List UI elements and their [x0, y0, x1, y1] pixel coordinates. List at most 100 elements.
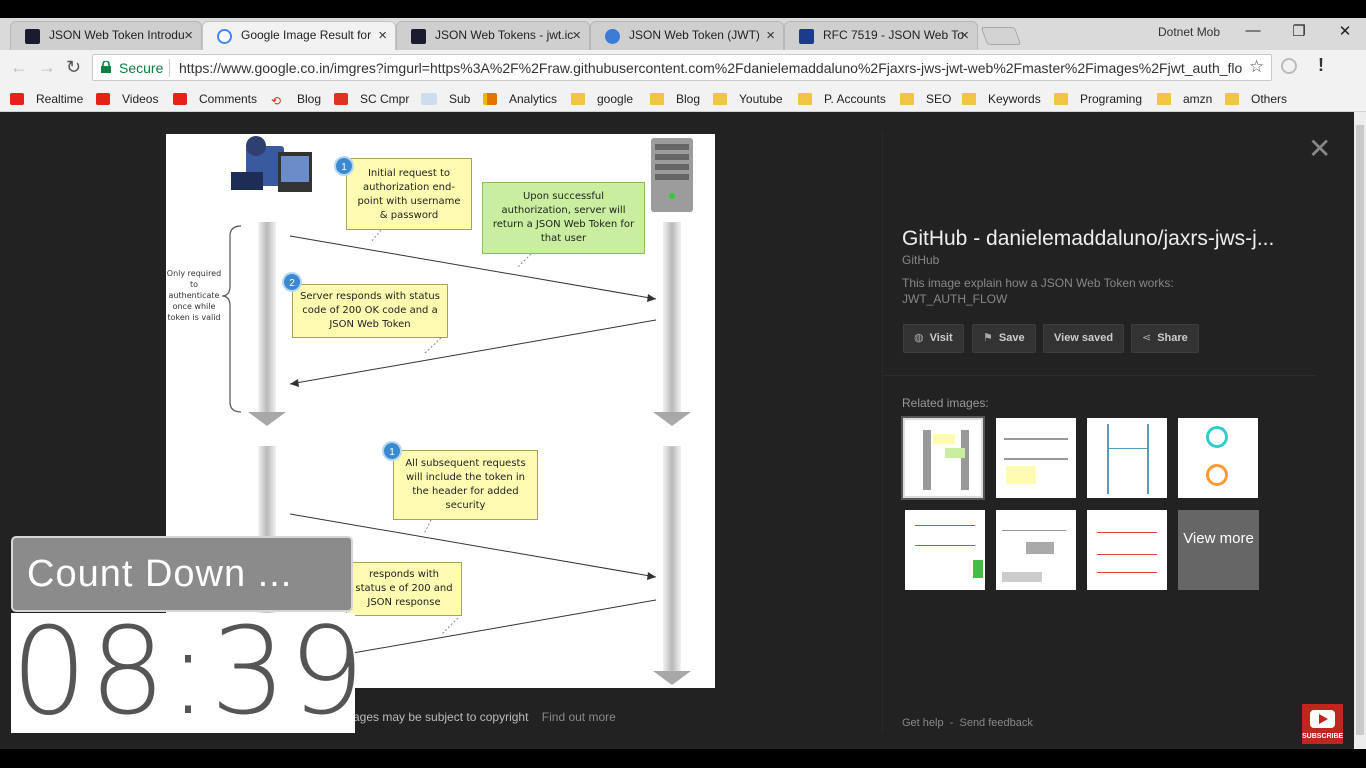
related-image-thumb[interactable] [1087, 510, 1167, 590]
folder-icon [798, 93, 812, 105]
folder-icon [962, 93, 976, 105]
extension-alert-icon[interactable]: ! [1318, 55, 1324, 76]
close-tab-icon[interactable]: × [378, 22, 387, 49]
result-source: GitHub [902, 253, 940, 267]
get-help-link[interactable]: Get help [902, 717, 944, 729]
result-description: This image explain how a JSON Web Token … [902, 276, 1174, 306]
step3-callout: All subsequent requests will include the… [393, 450, 538, 520]
close-tab-icon[interactable]: × [184, 22, 193, 49]
google-icon [217, 29, 232, 44]
bookmark-others[interactable]: Others [1225, 90, 1287, 108]
close-tab-icon[interactable]: × [766, 22, 775, 49]
jwt-icon [25, 29, 40, 44]
tab-jwt-io[interactable]: JSON Web Tokens - jwt.ic × [396, 21, 590, 50]
folder-icon [1054, 93, 1068, 105]
server-icon [651, 138, 693, 212]
view-more-button[interactable]: View more [1178, 510, 1259, 590]
url-text[interactable]: https://www.google.co.in/imgres?imgurl=h… [179, 60, 1243, 76]
bookmark-sc-cmpr[interactable]: SC Cmpr [334, 90, 409, 108]
scrollbar-thumb[interactable] [1356, 125, 1364, 735]
countdown-overlay: Count Down ... 08:39 [11, 536, 355, 733]
youtube-icon [96, 93, 110, 105]
result-title[interactable]: GitHub - danielemaddaluno/jaxrs-jws-j... [902, 227, 1274, 251]
youtube-icon [10, 93, 24, 105]
bookmark-icon: ⚑ [983, 332, 993, 344]
reload-icon[interactable]: ↻ [66, 57, 81, 78]
visit-button[interactable]: ◍ Visit [903, 324, 964, 353]
tab-jwt-wiki[interactable]: JSON Web Token (JWT) × [590, 21, 784, 50]
related-images-heading: Related images: [902, 396, 989, 410]
bookmark-programing[interactable]: Programing [1054, 90, 1142, 108]
folder-icon [1157, 93, 1171, 105]
step2-callout: Server responds with status code of 200 … [292, 284, 448, 338]
globe-icon: ◍ [914, 332, 924, 344]
bookmark-seo[interactable]: SEO [900, 90, 951, 108]
related-image-thumb[interactable] [1178, 418, 1258, 498]
step2-badge: 2 [282, 272, 302, 292]
client-computer-icon [231, 136, 312, 192]
folder-icon [713, 93, 727, 105]
folder-icon [571, 93, 585, 105]
blog-icon: ⟲ [271, 94, 282, 108]
new-tab-button[interactable] [980, 27, 1022, 45]
related-image-thumb[interactable] [996, 418, 1076, 498]
bookmark-analytics[interactable]: Analytics [483, 90, 557, 108]
related-image-thumb[interactable] [1087, 418, 1167, 498]
footer-links: Get help - Send feedback [902, 717, 1033, 729]
close-window-icon[interactable]: ✕ [1335, 22, 1355, 40]
forward-icon[interactable]: → [38, 57, 56, 78]
share-button[interactable]: ⋖ Share [1131, 324, 1199, 353]
countdown-timer: 08:39 [11, 613, 355, 733]
minimize-icon[interactable]: — [1243, 22, 1263, 39]
tab-google-image[interactable]: Google Image Result for × [202, 21, 396, 51]
step1-badge: 1 [334, 156, 354, 176]
step3-badge: 1 [382, 441, 402, 461]
bookmark-blog[interactable]: ⟲ Blog [271, 90, 321, 108]
folder-icon [900, 93, 914, 105]
bookmark-amzn[interactable]: amzn [1157, 90, 1212, 108]
send-feedback-link[interactable]: Send feedback [959, 717, 1032, 729]
screen-bottom-bar [0, 749, 1366, 768]
chart-icon [334, 93, 348, 105]
bookmark-realtime[interactable]: Realtime [10, 90, 83, 108]
bookmark-google[interactable]: google [571, 90, 633, 108]
bookmark-blog-folder[interactable]: Blog [650, 90, 700, 108]
related-image-thumb[interactable] [901, 416, 985, 500]
youtube-icon [173, 93, 187, 105]
find-out-more-link[interactable]: Find out more [542, 710, 616, 724]
bookmark-star-icon[interactable]: ☆ [1249, 57, 1264, 77]
rfc-icon [799, 29, 814, 44]
bookmark-sub[interactable]: Sub [421, 90, 470, 108]
client-lifeline-1 [258, 222, 276, 412]
profile-name[interactable]: Dotnet Mob [1158, 25, 1220, 39]
close-tab-icon[interactable]: × [572, 22, 581, 49]
panel-separator [882, 375, 1316, 376]
related-image-thumb[interactable] [996, 510, 1076, 590]
related-image-thumb[interactable] [905, 510, 985, 590]
bookmark-keywords[interactable]: Keywords [962, 90, 1041, 108]
tab-rfc[interactable]: RFC 7519 - JSON Web To × [784, 21, 978, 50]
share-icon: ⋖ [1142, 332, 1152, 344]
close-tab-icon[interactable]: × [960, 22, 969, 49]
view-saved-button[interactable]: View saved [1043, 324, 1125, 353]
copyright-notice: ages may be subject to copyright Find ou… [353, 710, 616, 724]
save-button[interactable]: ⚑ Save [972, 324, 1036, 353]
bookmark-p-accounts[interactable]: P. Accounts [798, 90, 886, 108]
close-panel-icon[interactable]: ✕ [1308, 132, 1331, 165]
folder-icon [1225, 93, 1239, 105]
server-lifeline-2 [663, 446, 681, 671]
bookmark-videos[interactable]: Videos [96, 90, 158, 108]
bookmarks-bar: Realtime Videos Comments ⟲ Blog SC Cmpr S… [0, 86, 1366, 112]
server-callout: Upon successful authorization, server wi… [482, 182, 645, 254]
lc-icon [421, 93, 437, 105]
side-note: Only required to authenticate once while… [166, 269, 222, 322]
bookmark-comments[interactable]: Comments [173, 90, 257, 108]
back-icon[interactable]: ← [10, 57, 28, 78]
restore-icon[interactable]: ❐ [1289, 22, 1309, 40]
bookmark-youtube[interactable]: Youtube [713, 90, 783, 108]
address-bar[interactable]: Secure https://www.google.co.in/imgres?i… [92, 54, 1272, 81]
tab-label: JSON Web Tokens - jwt.ic [435, 28, 574, 42]
tab-jwt-intro[interactable]: JSON Web Token Introdu × [10, 21, 202, 50]
extension-icon[interactable] [1281, 58, 1297, 74]
subscribe-button[interactable]: SUBSCRIBE [1302, 704, 1343, 744]
